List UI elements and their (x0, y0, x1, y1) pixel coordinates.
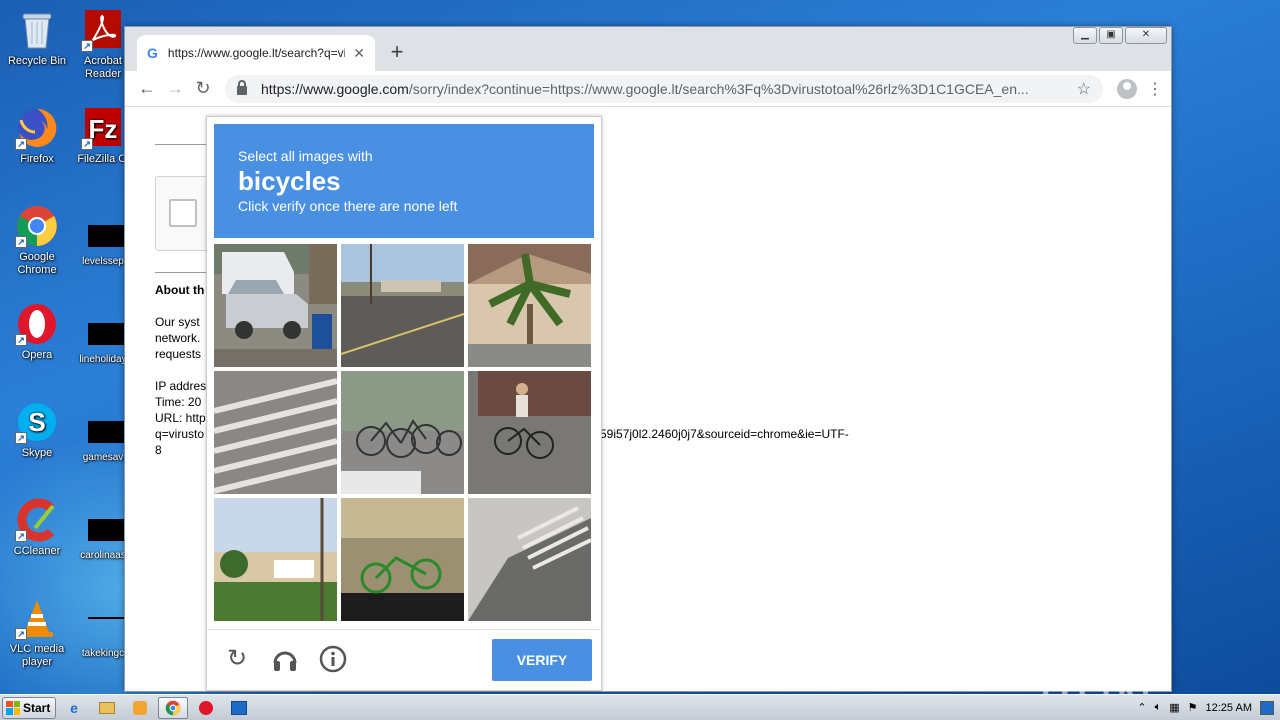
tile-street[interactable] (341, 244, 464, 367)
explorer-folder-taskbar-icon[interactable] (92, 697, 122, 719)
tab-google-search[interactable]: G https://www.google.lt/search?q=vir ✕ (137, 35, 375, 71)
forward-arrow-icon[interactable]: → (161, 78, 189, 99)
kebab-menu-icon[interactable]: ⋮ (1147, 79, 1163, 99)
opera-logo-icon: ↗ (15, 302, 59, 346)
pdf-icon: ↗ (81, 8, 125, 52)
desktop-icon-label: Recycle Bin (7, 55, 67, 67)
url-line-tail: 59i57j0l2.2460j0j7&sourceid=chrome&ie=UT… (600, 427, 849, 441)
desktop-icon-label: Firefox (20, 153, 54, 165)
desktop-icon-label: Google Chrome (17, 251, 57, 276)
url-text[interactable]: https://www.google.com/sorry/index?conti… (261, 81, 1077, 97)
challenge-instruction: Select all images with (238, 148, 373, 164)
redacted-icon (88, 225, 124, 247)
media-player-taskbar-icon[interactable] (125, 697, 155, 719)
tile-cyclist[interactable] (468, 371, 591, 494)
address-bar[interactable]: https://www.google.com/sorry/index?conti… (225, 74, 1103, 103)
url-domain: https://www.google.com (261, 80, 409, 97)
recycle-bin-icon[interactable]: Recycle Bin (0, 8, 74, 68)
start-button[interactable]: Start (2, 696, 56, 719)
svg-text:S: S (28, 407, 45, 437)
page-text-line: network. (155, 331, 201, 345)
tile-bicycle-on-car[interactable] (341, 498, 464, 621)
chrome-logo-icon: ↗ (15, 204, 59, 248)
show-desktop-button[interactable] (1260, 700, 1274, 715)
redacted-icon (88, 617, 124, 619)
challenge-header: Select all images with bicycles Click ve… (214, 124, 594, 238)
back-arrow-icon[interactable]: ← (133, 78, 161, 99)
redacted-icon (88, 421, 124, 443)
vlc-icon[interactable]: ↗ VLC media player (0, 596, 74, 669)
tile-houses[interactable] (214, 498, 337, 621)
url-line-continued: q=virusto (155, 427, 205, 441)
system-tray: ⌃ 🔈︎ ▦ ⚑ 12:25 AM (1137, 700, 1280, 715)
url-path: /sorry/index?continue=https://www.google… (408, 80, 1029, 97)
page-text-line: requests (155, 347, 202, 361)
challenge-hint: Click verify once there are none left (238, 198, 458, 214)
about-heading: About th (155, 283, 205, 297)
volume-icon[interactable]: 🔈︎ (1155, 701, 1162, 714)
firefox-logo-icon: ↗ (15, 106, 59, 150)
time-line: Time: 20 (155, 395, 202, 409)
app-taskbar-icon[interactable] (224, 697, 254, 719)
browser-toolbar: ← → ↻ https://www.google.com/sorry/index… (125, 71, 1171, 107)
filezilla-logo-icon: Fz ↗ (81, 106, 125, 150)
tile-cars[interactable] (214, 244, 337, 367)
internet-explorer-taskbar-icon[interactable]: e (59, 697, 89, 719)
recaptcha-checkbox[interactable] (169, 199, 197, 227)
tile-crosswalk[interactable] (214, 371, 337, 494)
vlc-cone-icon: ↗ (15, 596, 59, 640)
url-line: URL: http (155, 411, 206, 425)
url-line-end: 8 (155, 443, 162, 457)
challenge-footer: ↻ Verify (207, 629, 601, 691)
reload-icon[interactable]: ↻ (189, 78, 217, 99)
desktop-icon-label: Skype (21, 447, 53, 459)
ccleaner-icon[interactable]: ↗ CCleaner (0, 498, 74, 558)
desktop-icon-label: Opera (21, 349, 53, 361)
close-window-button[interactable]: ✕ (1125, 27, 1167, 44)
skype-logo-icon: S ↗ (15, 400, 59, 444)
redacted-icon (88, 519, 124, 541)
ccleaner-logo-icon: ↗ (15, 498, 59, 542)
verify-button[interactable]: Verify (492, 639, 592, 681)
profile-avatar-icon[interactable] (1117, 78, 1137, 99)
bookmark-star-icon[interactable]: ☆ (1077, 79, 1091, 99)
lock-icon (237, 80, 247, 95)
clock[interactable]: 12:25 AM (1206, 702, 1252, 714)
tile-sidewalk[interactable] (468, 498, 591, 621)
firefox-icon[interactable]: ↗ Firefox (0, 106, 74, 166)
tab-strip: G https://www.google.lt/search?q=vir ✕ +… (125, 27, 1171, 71)
desktop-icon-label: CCleaner (13, 545, 61, 557)
google-favicon-icon: G (147, 45, 158, 61)
minimize-button[interactable]: ▁ (1073, 27, 1097, 44)
network-icon[interactable]: ▦ (1169, 701, 1179, 714)
reload-challenge-icon[interactable]: ↻ (223, 645, 251, 673)
close-tab-icon[interactable]: ✕ (353, 45, 365, 62)
opera-taskbar-icon[interactable] (191, 697, 221, 719)
action-center-flag-icon[interactable]: ⚑ (1188, 701, 1198, 714)
windows-logo-icon (6, 700, 20, 715)
desktop-icon-label: VLC media player (9, 643, 65, 668)
tile-palm-tree[interactable] (468, 244, 591, 367)
chrome-taskbar-icon[interactable] (158, 696, 188, 719)
image-grid (214, 244, 591, 621)
taskbar: Start e ⌃ 🔈︎ ▦ ⚑ 12:25 AM (0, 694, 1280, 720)
maximize-button[interactable]: ▣ (1099, 27, 1123, 44)
start-label: Start (23, 700, 51, 715)
new-tab-button[interactable]: + (383, 39, 411, 65)
tab-title: https://www.google.lt/search?q=vir (167, 46, 346, 60)
tray-expand-icon[interactable]: ⌃ (1137, 701, 1146, 714)
info-icon[interactable] (319, 645, 347, 673)
audio-challenge-icon[interactable] (271, 645, 299, 673)
tile-bicycles[interactable] (341, 371, 464, 494)
recaptcha-challenge: Select all images with bicycles Click ve… (206, 116, 602, 691)
challenge-keyword: bicycles (238, 166, 341, 196)
window-controls: ▁ ▣ ✕ (1073, 27, 1167, 44)
page-text-line: Our syst (155, 315, 200, 329)
trash-icon (15, 8, 59, 52)
ip-address-line: IP addres (155, 379, 207, 393)
opera-icon[interactable]: ↗ Opera (0, 302, 74, 362)
redacted-icon (88, 323, 124, 345)
google-chrome-icon[interactable]: ↗ Google Chrome (0, 204, 74, 277)
skype-icon[interactable]: S ↗ Skype (0, 400, 74, 460)
